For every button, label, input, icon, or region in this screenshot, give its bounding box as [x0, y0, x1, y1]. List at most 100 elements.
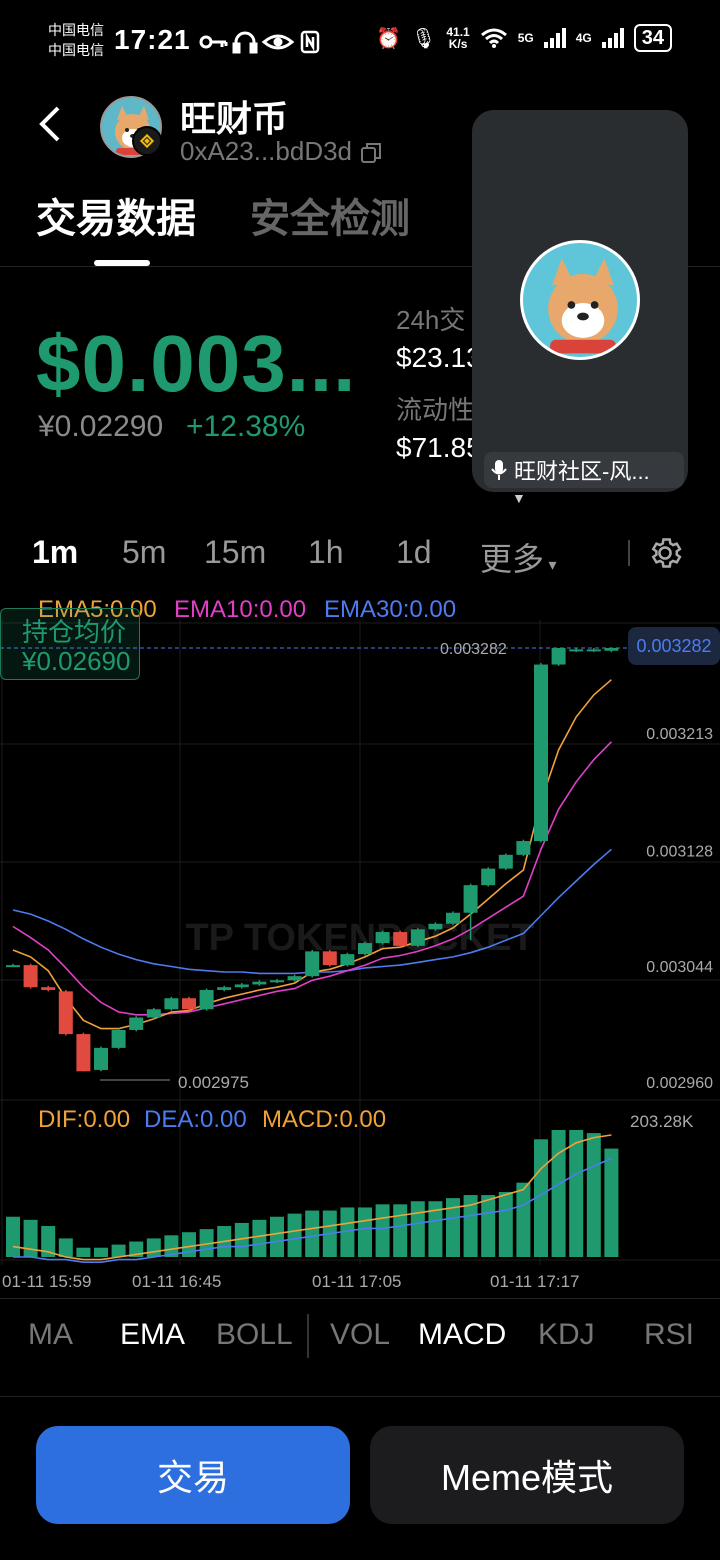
- vol-max-label: 203.28K: [630, 1112, 694, 1131]
- macd-bar: [94, 1247, 108, 1257]
- volume-value: $23.13: [396, 342, 482, 373]
- copy-icon[interactable]: [359, 141, 383, 165]
- candle: [252, 980, 267, 986]
- headphones-icon: [232, 31, 258, 54]
- candle-body: [586, 649, 601, 652]
- overlay-expand-icon[interactable]: ▼: [512, 490, 526, 506]
- key-icon: [199, 35, 228, 49]
- indicator-kdj[interactable]: KDJ: [538, 1318, 595, 1352]
- candle: [604, 648, 619, 653]
- indicator-divider-bottom: [0, 1396, 720, 1397]
- candle: [234, 983, 249, 989]
- chevron-left-icon: [39, 106, 60, 142]
- candle: [146, 1007, 161, 1019]
- overlay-avatar: [520, 240, 640, 360]
- x-tick: 01-11 15:59: [2, 1272, 92, 1291]
- candle-body: [270, 980, 284, 983]
- avg-position-value: ¥0.02690: [22, 646, 131, 676]
- price-usd: $0.003...: [36, 319, 357, 408]
- candle-body: [534, 664, 548, 842]
- indicator-divider-top: [0, 1298, 720, 1299]
- candle: [340, 952, 355, 967]
- macd-bar: [76, 1247, 91, 1257]
- timeframe-1h[interactable]: 1h: [308, 534, 344, 571]
- y-tick-label: 0.003044: [646, 959, 713, 976]
- x-tick: 01-11 16:45: [132, 1272, 222, 1291]
- macd-bar: [270, 1216, 284, 1257]
- candle: [516, 839, 531, 857]
- volume-label: 24h交: [396, 305, 466, 335]
- macd-bar: [146, 1238, 161, 1257]
- token-name: 旺财币: [180, 98, 289, 139]
- timeframe-15m[interactable]: 15m: [204, 534, 266, 571]
- candle-body: [199, 989, 214, 1010]
- macd-bar: [23, 1219, 38, 1257]
- candle-body: [58, 991, 73, 1035]
- candle: [534, 663, 548, 843]
- carrier-info: 中国电信 中国电信: [48, 20, 104, 60]
- candle-body: [217, 987, 232, 990]
- timeframe-5m[interactable]: 5m: [122, 534, 166, 571]
- candle: [164, 996, 179, 1011]
- tab-security-check[interactable]: 安全检测: [250, 186, 410, 244]
- trade-button[interactable]: 交易: [36, 1426, 350, 1524]
- candle: [217, 985, 232, 992]
- timeframe-more[interactable]: 更多 ▾: [480, 534, 557, 580]
- indicator-ma[interactable]: MA: [28, 1318, 73, 1352]
- liquidity-label: 流动性: [396, 395, 475, 425]
- macd-bar: [481, 1195, 496, 1257]
- candle: [446, 911, 460, 926]
- candle-body: [569, 649, 584, 652]
- candle-body: [305, 951, 320, 977]
- candle-body: [428, 923, 443, 930]
- candle: [58, 989, 73, 1036]
- candle-body: [287, 976, 302, 981]
- kline-chart[interactable]: TP TOKENPOCKET 0.0032130.0031280.0030440…: [0, 620, 720, 1280]
- tab-trade-data[interactable]: 交易数据: [36, 186, 196, 244]
- candle-body: [446, 912, 460, 924]
- indicator-separator: [307, 1314, 309, 1358]
- candle-body: [604, 648, 619, 651]
- timeframe-1m[interactable]: 1m: [32, 534, 78, 571]
- candle: [393, 930, 408, 948]
- chart-settings-button[interactable]: [646, 534, 684, 577]
- status-right-icons: ⏰ 🎙 41.1 K/s 5G 4G 34: [376, 24, 672, 52]
- meme-mode-button[interactable]: Meme模式: [370, 1426, 684, 1524]
- mic-icon: [491, 460, 507, 480]
- indicator-vol[interactable]: VOL: [330, 1318, 390, 1352]
- macd-bar: [375, 1204, 390, 1257]
- net-speed: 41.1 K/s: [446, 25, 470, 51]
- carrier-2: 中国电信: [48, 42, 104, 58]
- bnb-chain-icon: [139, 133, 155, 149]
- indicator-boll[interactable]: BOLL: [216, 1318, 293, 1352]
- back-button[interactable]: [36, 104, 64, 155]
- macd-bar: [551, 1130, 566, 1257]
- candle-body: [23, 965, 38, 988]
- timeframe-1d[interactable]: 1d: [396, 534, 432, 571]
- x-tick: 01-11 17:05: [312, 1272, 402, 1291]
- token-address[interactable]: 0xA23...bdD3d: [180, 136, 383, 167]
- macd-bar: [58, 1238, 73, 1257]
- candle-body: [182, 998, 196, 1010]
- candle: [129, 1016, 144, 1032]
- candle-body: [76, 1034, 91, 1072]
- indicator-ema[interactable]: EMA: [120, 1318, 185, 1352]
- indicator-rsi[interactable]: RSI: [644, 1318, 694, 1352]
- indicator-macd[interactable]: MACD: [418, 1318, 506, 1352]
- signal-icon: [543, 28, 566, 48]
- candle-body: [41, 987, 56, 990]
- macd-bar: [6, 1216, 20, 1257]
- macd-bar: [569, 1130, 584, 1257]
- dif-legend: DIF:0.00: [38, 1106, 131, 1133]
- dea-legend: DEA:0.00: [144, 1106, 247, 1133]
- caret-down-icon: ▾: [544, 557, 557, 574]
- candle: [182, 996, 196, 1011]
- signal-2-label: 4G: [575, 31, 592, 45]
- alarm-icon: ⏰: [376, 27, 401, 50]
- candle-body: [481, 868, 496, 886]
- x-tick: 01-11 17:17: [490, 1272, 580, 1291]
- candle: [569, 648, 584, 653]
- chain-badge: [132, 126, 162, 156]
- candle-body: [94, 1047, 108, 1070]
- carrier-1: 中国电信: [48, 22, 104, 38]
